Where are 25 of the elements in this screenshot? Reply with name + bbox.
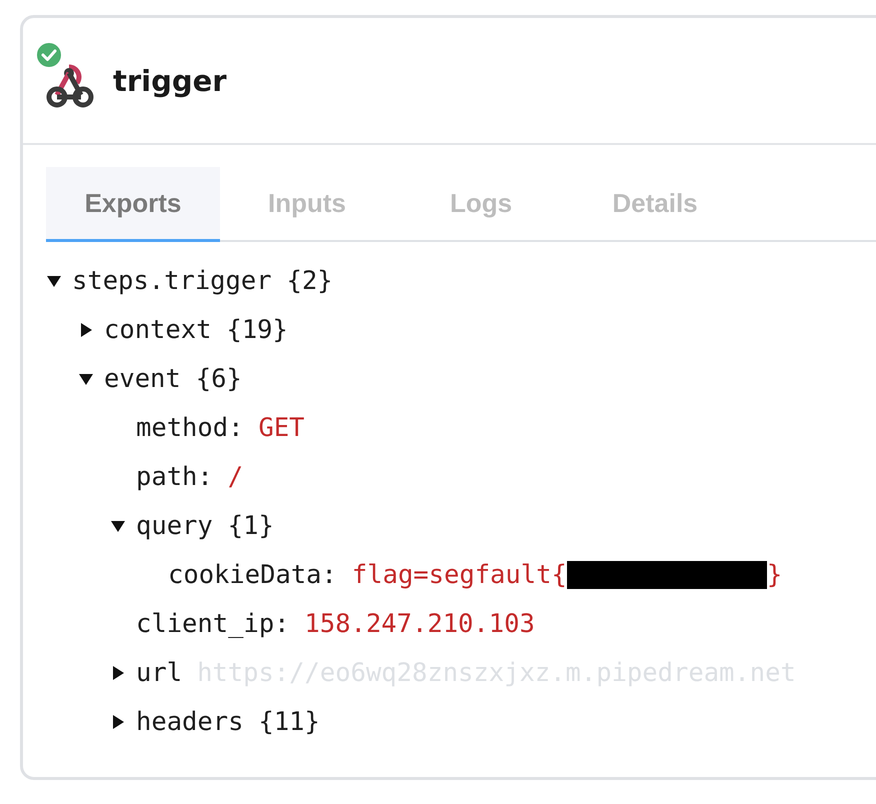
property-value: 158.247.210.103: [304, 608, 535, 638]
expand-triangle-icon[interactable]: [78, 322, 94, 338]
item-count: {19}: [226, 314, 288, 344]
property-node[interactable]: headers: [136, 706, 244, 736]
item-count: {1}: [228, 510, 274, 540]
property-value: }: [766, 560, 782, 590]
property-node[interactable]: url: [136, 658, 182, 688]
step-title: trigger: [113, 64, 227, 98]
item-count: {2}: [286, 266, 333, 296]
property-key: method:: [136, 412, 244, 442]
property-key: path:: [136, 462, 213, 492]
item-count: {6}: [196, 364, 242, 394]
property-value: GET: [258, 412, 305, 442]
property-key: client_ip:: [136, 608, 290, 638]
property-node[interactable]: steps.trigger: [72, 266, 272, 296]
property-node[interactable]: context: [104, 314, 212, 344]
tab[interactable]: Exports: [46, 167, 220, 242]
property-value: /: [228, 462, 244, 492]
property-key: cookieData:: [168, 560, 337, 590]
property-node[interactable]: query: [136, 510, 213, 540]
expand-triangle-icon[interactable]: [110, 664, 126, 680]
expand-triangle-icon[interactable]: [110, 714, 126, 730]
item-count: {11}: [258, 706, 320, 736]
property-value: flag=segfault{: [352, 560, 567, 590]
property-node[interactable]: event: [104, 364, 181, 394]
